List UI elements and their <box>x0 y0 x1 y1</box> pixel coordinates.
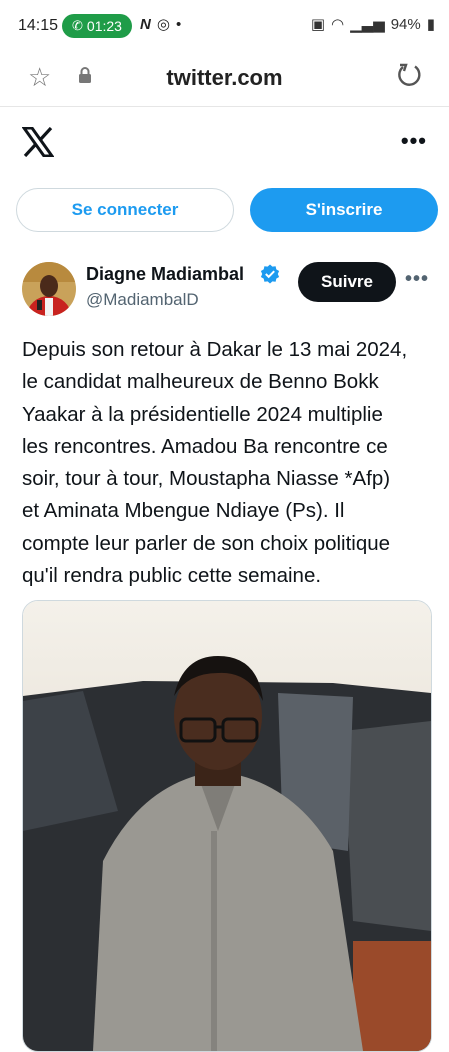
phone-icon: ✆ <box>72 18 83 33</box>
author-name[interactable]: Diagne Madiambal <box>86 264 244 285</box>
tweet-more-icon[interactable]: ••• <box>405 268 429 291</box>
signal-icon: ▁▃▅ <box>350 16 385 33</box>
status-bar: 14:15 ✆ 01:23 N ◎ • ▣ ◠ ▁▃▅ 94% ▮ <box>0 0 449 52</box>
more-options-icon[interactable]: ••• <box>401 128 427 154</box>
battery-icon: ▮ <box>426 16 435 33</box>
x-logo-icon[interactable] <box>22 127 54 157</box>
whatsapp-icon: ◎ <box>156 16 170 33</box>
author-handle[interactable]: @MadiambalD <box>86 290 199 310</box>
n-logo-icon: N <box>140 15 151 33</box>
ongoing-call-pill[interactable]: ✆ 01:23 <box>62 14 132 38</box>
tweet-text: Depuis son retour à Dakar le 13 mai 2024… <box>22 338 408 588</box>
dot-icon: • <box>175 15 182 33</box>
follow-button[interactable]: Suivre <box>298 262 396 302</box>
signup-button[interactable]: S'inscrire <box>250 188 438 232</box>
browser-address-bar: ☆ twitter.com <box>0 52 449 107</box>
call-timer: 01:23 <box>86 18 122 34</box>
alarm-icon: ▣ <box>310 16 325 33</box>
tweet-media-photo[interactable] <box>22 600 432 1052</box>
notification-icons: N ◎ • <box>140 15 182 34</box>
avatar-image <box>22 262 76 316</box>
reload-icon[interactable] <box>395 61 423 89</box>
url-text[interactable]: twitter.com <box>0 65 449 91</box>
login-button[interactable]: Se connecter <box>16 188 234 232</box>
wifi-icon: ◠ <box>331 16 345 33</box>
battery-percent: 94% <box>390 15 421 33</box>
system-icons: ▣ ◠ ▁▃▅ 94% ▮ <box>310 15 435 34</box>
verified-badge-icon <box>260 264 280 284</box>
photo-image <box>23 601 431 1051</box>
status-time: 14:15 <box>18 17 59 34</box>
avatar[interactable] <box>22 262 76 316</box>
